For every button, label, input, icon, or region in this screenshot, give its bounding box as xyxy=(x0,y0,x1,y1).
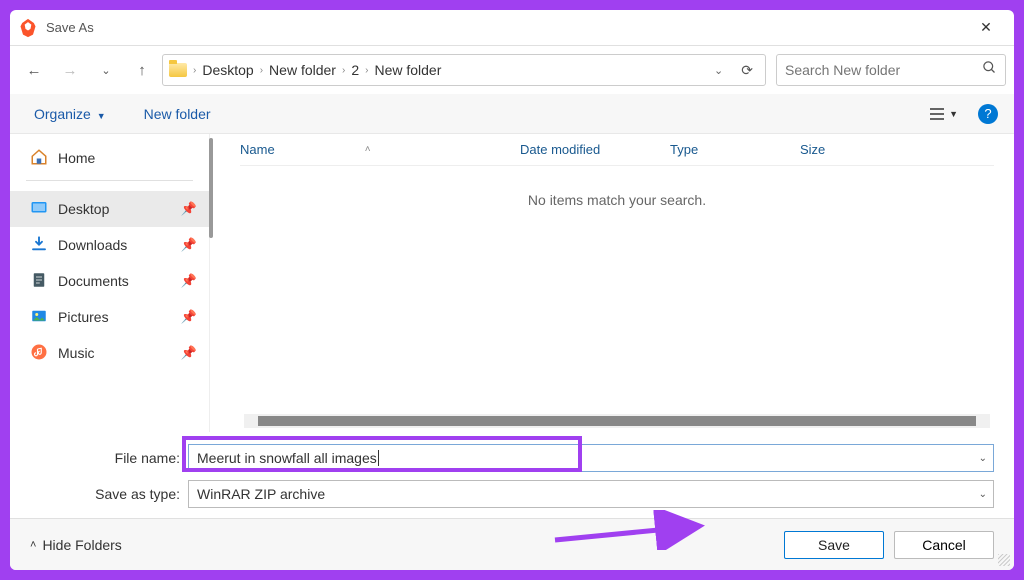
sidebar-label: Downloads xyxy=(58,237,127,253)
sidebar-label: Pictures xyxy=(58,309,109,325)
brave-icon xyxy=(18,18,38,38)
col-size[interactable]: Size xyxy=(800,142,860,157)
sidebar-label: Documents xyxy=(58,273,129,289)
filename-input[interactable]: Meerut in snowfall all images ⌄ xyxy=(188,444,994,472)
nav-pane: Home Desktop 📌 Downloads 📌 Documents 📌 P… xyxy=(10,134,210,432)
downloads-icon xyxy=(30,235,48,256)
dialog-footer: ˄Hide Folders Save Cancel xyxy=(10,518,1014,570)
save-as-dialog: Save As ✕ ← → ⌄ ↑ › Desktop › New folder… xyxy=(10,10,1014,570)
savetype-label: Save as type: xyxy=(30,486,180,502)
history-dropdown[interactable]: ⌄ xyxy=(90,54,122,86)
window-title: Save As xyxy=(46,20,94,35)
chevron-right-icon: › xyxy=(260,65,263,76)
col-name[interactable]: Name˄ xyxy=(240,142,520,157)
close-button[interactable]: ✕ xyxy=(966,19,1006,36)
refresh-button[interactable]: ⟳ xyxy=(735,62,759,79)
filename-label: File name: xyxy=(30,450,180,466)
pictures-icon xyxy=(30,307,48,328)
savetype-select[interactable]: WinRAR ZIP archive ⌄ xyxy=(188,480,994,508)
sidebar-label: Desktop xyxy=(58,201,109,217)
music-icon xyxy=(30,343,48,364)
col-type[interactable]: Type xyxy=(670,142,800,157)
search-input[interactable] xyxy=(785,62,982,78)
cancel-button[interactable]: Cancel xyxy=(894,531,994,559)
pin-icon[interactable]: 📌 xyxy=(181,237,197,253)
pin-icon[interactable]: 📌 xyxy=(181,273,197,289)
pin-icon[interactable]: 📌 xyxy=(181,309,197,325)
savetype-dropdown[interactable]: ⌄ xyxy=(979,489,987,500)
chevron-right-icon: › xyxy=(342,65,345,76)
filename-dropdown[interactable]: ⌄ xyxy=(979,453,987,464)
sidebar-item-pictures[interactable]: Pictures 📌 xyxy=(10,299,209,335)
search-icon[interactable] xyxy=(982,60,997,80)
sidebar-item-documents[interactable]: Documents 📌 xyxy=(10,263,209,299)
crumb-newfolder1[interactable]: New folder xyxy=(269,62,336,78)
hide-folders-button[interactable]: ˄Hide Folders xyxy=(30,537,122,553)
sort-asc-icon: ˄ xyxy=(365,144,371,155)
save-button[interactable]: Save xyxy=(784,531,884,559)
pin-icon[interactable]: 📌 xyxy=(181,201,197,217)
sidebar-item-music[interactable]: Music 📌 xyxy=(10,335,209,371)
forward-button[interactable]: → xyxy=(54,54,86,86)
col-date[interactable]: Date modified xyxy=(520,142,670,157)
new-folder-button[interactable]: New folder xyxy=(136,102,219,126)
help-button[interactable]: ? xyxy=(978,104,998,124)
crumb-2[interactable]: 2 xyxy=(351,62,359,78)
sidebar-scrollbar[interactable] xyxy=(209,138,213,238)
folder-icon xyxy=(169,63,187,77)
view-options-button[interactable]: ▼ xyxy=(923,103,964,125)
back-button[interactable]: ← xyxy=(18,54,50,86)
command-bar: Organize ▼ New folder ▼ ? xyxy=(10,94,1014,134)
documents-icon xyxy=(30,271,48,292)
nav-toolbar: ← → ⌄ ↑ › Desktop › New folder › 2 › New… xyxy=(10,46,1014,94)
address-dropdown[interactable]: ⌄ xyxy=(708,64,729,77)
search-box[interactable] xyxy=(776,54,1006,86)
sidebar-item-downloads[interactable]: Downloads 📌 xyxy=(10,227,209,263)
desktop-icon xyxy=(30,199,48,220)
home-icon xyxy=(30,148,48,169)
sidebar-item-home[interactable]: Home xyxy=(10,140,209,176)
crumb-newfolder2[interactable]: New folder xyxy=(374,62,441,78)
filename-row: File name: Meerut in snowfall all images… xyxy=(10,440,1014,476)
dialog-body: Home Desktop 📌 Downloads 📌 Documents 📌 P… xyxy=(10,134,1014,432)
text-cursor xyxy=(378,450,379,466)
horizontal-scrollbar[interactable] xyxy=(244,414,990,428)
crumb-desktop[interactable]: Desktop xyxy=(202,62,253,78)
resize-grip[interactable] xyxy=(998,554,1010,566)
chevron-right-icon: › xyxy=(193,65,196,76)
titlebar: Save As ✕ xyxy=(10,10,1014,46)
sidebar-label: Home xyxy=(58,150,95,166)
address-bar[interactable]: › Desktop › New folder › 2 › New folder … xyxy=(162,54,766,86)
file-list-area: Name˄ Date modified Type Size No items m… xyxy=(210,134,1014,432)
sidebar-label: Music xyxy=(58,345,95,361)
chevron-right-icon: › xyxy=(365,65,368,76)
sidebar-separator xyxy=(26,180,193,181)
pin-icon[interactable]: 📌 xyxy=(181,345,197,361)
empty-message: No items match your search. xyxy=(240,166,994,414)
savetype-row: Save as type: WinRAR ZIP archive ⌄ xyxy=(10,476,1014,512)
up-button[interactable]: ↑ xyxy=(126,54,158,86)
organize-button[interactable]: Organize ▼ xyxy=(26,102,114,126)
column-headers: Name˄ Date modified Type Size xyxy=(240,134,994,166)
sidebar-item-desktop[interactable]: Desktop 📌 xyxy=(10,191,209,227)
